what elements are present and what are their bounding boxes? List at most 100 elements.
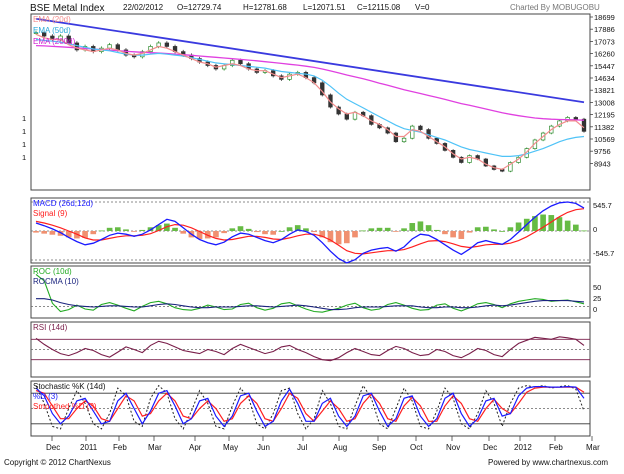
macd-histogram-bar [581,230,587,232]
price-candle [467,155,472,163]
macd-histogram-bar [499,231,506,232]
month-label: Feb [113,443,127,452]
price-candle [573,117,578,120]
month-label: May [223,443,238,452]
macd-histogram-bar [139,229,146,231]
macd-histogram-bar [180,231,187,234]
macd-tick-bottom: -545.7 [593,249,614,258]
month-label: 2012 [514,443,532,452]
price-candle [238,59,243,65]
roc-tick-50: 50 [593,283,601,292]
legend-ema50: EMA (50d) [33,26,71,35]
month-label: Mar [148,443,162,452]
price-candle [401,137,407,143]
macd-histogram-bar [335,231,342,245]
chart-stage: BSE Metal Index 22/02/2012 O=12729.74 H=… [0,0,624,469]
legend-rsi: RSI (14d) [33,323,68,332]
price-tick-label: 17886 [594,25,615,34]
price-candle [164,42,170,47]
macd-histogram-bar [573,224,579,231]
macd-histogram-bar [384,227,391,231]
chart-canvas: BSE Metal Index 22/02/2012 O=12729.74 H=… [0,0,624,469]
legend-roc: ROC (10d) [33,267,72,276]
macd-histogram-bar [270,231,277,235]
macd-histogram-bar [106,227,113,231]
quote-low: L=12071.51 [303,3,346,12]
macd-histogram-bar [458,231,465,239]
legend-ema200: EMA (200d) [33,37,76,46]
quote-volume: V=0 [415,3,430,12]
macd-histogram-bar [49,231,56,235]
macd-histogram-bar [98,230,105,232]
price-tick-label: 13821 [594,86,615,95]
macd-histogram-bar [556,217,563,231]
month-label: Dec [46,443,60,452]
macd-histogram-bar [41,231,47,234]
macd-histogram-bar [286,227,293,231]
macd-histogram-bar [483,226,489,231]
macd-histogram-bar [229,228,236,231]
macd-histogram-bar [450,231,456,238]
macd-histogram-bar [442,231,448,235]
legend-signal: Signal (9) [33,209,68,218]
macd-tick-top: 545.7 [593,201,612,210]
legend-ema20: EMA (20d) [33,15,71,24]
macd-histogram-bar [213,231,219,238]
legend-stoch-d: %D (3) [33,392,58,401]
macd-histogram-bar [343,231,350,244]
price-tick-label: 16260 [594,50,615,59]
month-label: Oct [410,443,423,452]
month-label: Feb [549,443,563,452]
chart-title: BSE Metal Index [30,3,104,14]
macd-histogram-bar [376,227,383,231]
price-tick-label: 12195 [594,111,615,120]
price-tick-label: 13008 [594,98,615,107]
roc-tick-0: 0 [593,305,597,314]
month-label: Aug [333,443,347,452]
month-label: Dec [483,443,497,452]
macd-histogram-bar [131,231,137,232]
month-label: Jul [297,443,307,452]
left-tick-label: 1 [22,114,26,123]
macd-histogram-bar [221,231,227,234]
legend-stoch-sd: Smoothed %D (3) [33,402,97,411]
price-candle [393,132,399,143]
footer-copyright: Copyright © 2012 ChartNexus [4,458,111,467]
charted-by: Charted By MOBUGOBU [510,3,600,12]
macd-histogram-bar [360,230,366,232]
macd-histogram-bar [123,229,129,231]
macd-histogram-bar [409,223,416,231]
macd-histogram-bar [278,231,285,232]
price-candle [344,113,349,120]
macd-histogram-bar [433,229,440,231]
price-tick-label: 17073 [594,37,615,46]
price-candle [418,125,423,130]
macd-histogram-bar [368,228,375,231]
footer-powered: Powered by www.chartnexus.com [488,458,608,467]
quote-date: 22/02/2012 [123,3,164,12]
macd-histogram-bar [393,231,399,232]
macd-histogram-bar [311,231,317,233]
macd-histogram-bar [417,221,424,231]
legend-stoch-k: Stochastic %K (14d) [33,382,106,391]
macd-histogram-bar [114,227,121,231]
legend-macd: MACD (26d,12d) [33,199,93,208]
price-tick-label: 15447 [594,62,615,71]
macd-histogram-bar [172,227,178,231]
macd-histogram-bar [352,231,358,238]
month-label: Mar [586,443,600,452]
roc-tick-25: 25 [593,294,601,303]
macd-histogram-bar [262,231,268,235]
macd-histogram-bar [466,231,473,233]
left-tick-label: 1 [22,127,26,136]
macd-histogram-bar [33,231,39,233]
quote-close: C=12115.08 [357,3,401,12]
macd-histogram-bar [564,220,571,231]
left-tick-label: 1 [22,153,26,162]
macd-histogram-bar [90,231,97,235]
month-label: Sep [372,443,387,452]
price-candle [581,118,587,132]
macd-histogram-bar [237,226,244,231]
macd-histogram-bar [507,227,514,231]
macd-histogram-bar [474,227,481,231]
